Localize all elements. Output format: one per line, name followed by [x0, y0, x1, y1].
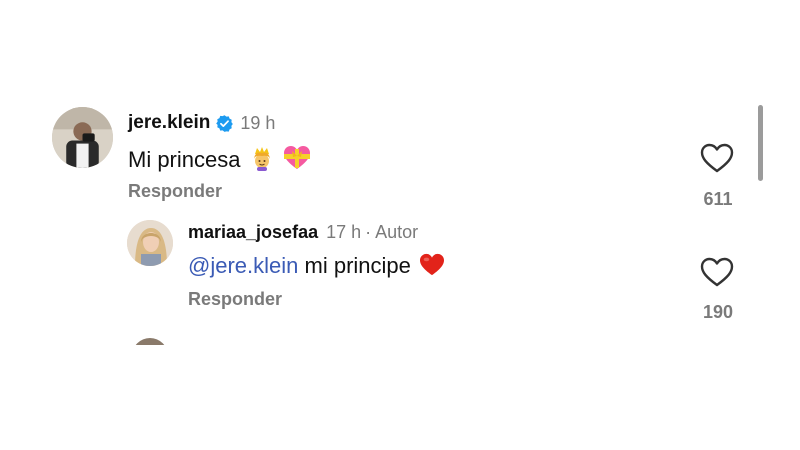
mention-link[interactable]: @jere.klein — [188, 253, 298, 278]
avatar-photo — [52, 107, 113, 168]
like-count: 190 — [702, 302, 734, 322]
comment-header: jere.klein 19 h — [128, 112, 275, 134]
reply-button[interactable]: Responder — [128, 181, 222, 202]
comment-time: 19 h — [240, 112, 276, 133]
avatar-photo — [127, 220, 173, 266]
comments-list: jere.klein 19 h Mi princesa Responder 61… — [0, 100, 800, 345]
avatar[interactable] — [127, 220, 173, 266]
author-tag: Autor — [375, 222, 419, 242]
red-heart-emoji — [419, 253, 445, 283]
avatar[interactable] — [132, 338, 168, 345]
like-count: 611 — [703, 189, 733, 209]
username[interactable]: jere.klein — [128, 112, 210, 134]
comment-text-content: Mi princesa — [128, 147, 241, 172]
comment-text: Mi princesa — [128, 145, 311, 177]
comment-item: jere.klein 19 h Mi princesa Responder 61… — [0, 100, 800, 220]
reply-button[interactable]: Responder — [188, 289, 282, 310]
reply-text: @jere.klein mi principe — [188, 253, 445, 283]
heart-outline-icon[interactable] — [700, 257, 734, 287]
verified-badge-icon — [215, 114, 234, 133]
heart-outline-icon[interactable] — [700, 143, 734, 173]
reply-item: mariaa_josefaa 17 h · Autor @jere.klein … — [0, 220, 800, 340]
avatar[interactable] — [52, 107, 113, 168]
reply-header: mariaa_josefaa 17 h · Autor — [188, 222, 418, 243]
heart-ribbon-emoji — [283, 145, 311, 177]
reply-text-content: mi principe — [298, 253, 411, 278]
scrollbar[interactable] — [758, 105, 763, 181]
username[interactable]: mariaa_josefaa — [188, 222, 318, 243]
separator-dot: · — [365, 222, 372, 242]
crown-princess-emoji — [249, 145, 275, 177]
comment-item-partial — [0, 336, 800, 345]
comment-time: 17 h — [326, 222, 362, 242]
